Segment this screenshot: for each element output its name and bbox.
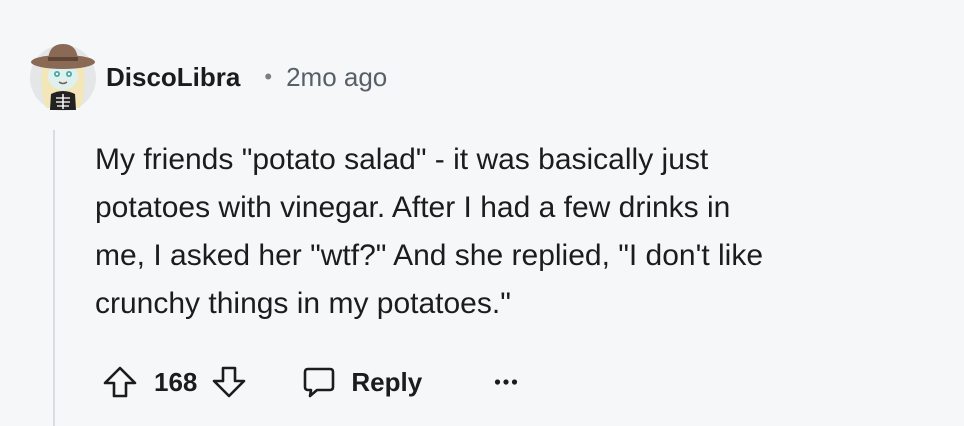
- reply-button[interactable]: Reply: [301, 364, 422, 400]
- thread-line[interactable]: [53, 130, 55, 426]
- vote-score: 168: [154, 366, 198, 397]
- comment-line: My friends "potato salad" - it was basic…: [95, 143, 709, 176]
- arrow-down-icon: [213, 366, 246, 398]
- downvote-button[interactable]: [209, 362, 249, 402]
- arrow-up-icon: [103, 366, 137, 398]
- more-options-button[interactable]: [492, 368, 520, 396]
- more-horizontal-icon: [495, 379, 518, 385]
- comment-line: potatoes with vinegar. After I had a few…: [95, 191, 731, 224]
- username[interactable]: DiscoLibra: [106, 62, 240, 93]
- meta-separator: •: [264, 64, 273, 89]
- comment-line: me, I asked her "wtf?" And she replied, …: [95, 239, 764, 272]
- reply-label: Reply: [351, 366, 423, 397]
- comment-line: crunchy things in my potatoes.": [95, 287, 511, 320]
- avatar-image: [30, 44, 96, 111]
- comment: DiscoLibra • 2mo ago My friends "potato …: [0, 0, 964, 426]
- comment-body: My friends "potato salad" - it was basic…: [95, 136, 945, 328]
- comment-actions: 168 Reply: [100, 358, 520, 406]
- comment-header: DiscoLibra • 2mo ago: [106, 58, 387, 96]
- timestamp[interactable]: 2mo ago: [286, 62, 387, 93]
- upvote-button[interactable]: [100, 362, 140, 402]
- avatar[interactable]: [26, 38, 100, 112]
- speech-bubble-icon: [304, 367, 335, 398]
